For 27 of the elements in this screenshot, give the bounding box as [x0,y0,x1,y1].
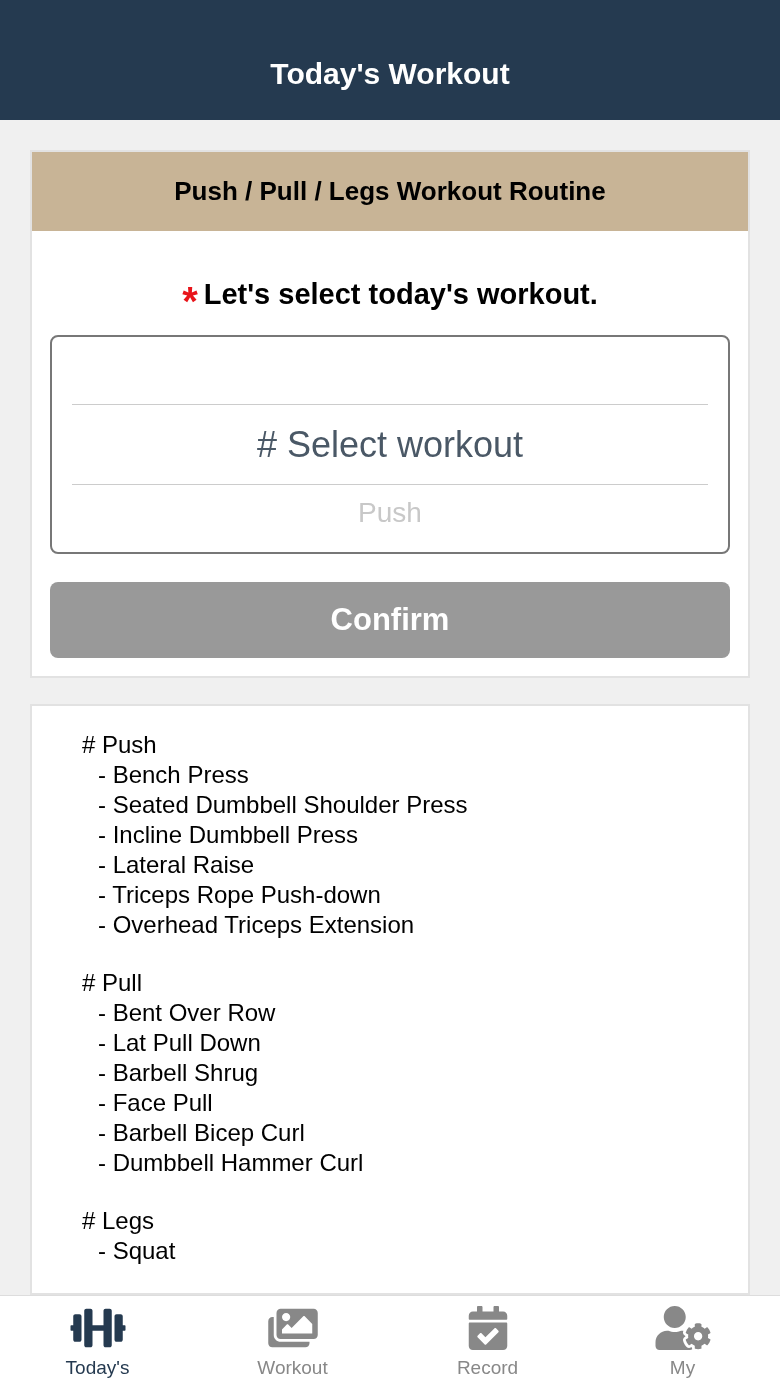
group-title: # Push [82,730,158,760]
exercise-item: - Incline Dumbbell Press [97,820,360,850]
exercise-item: - Barbell Bicep Curl [97,1118,306,1148]
group-title: # Legs [82,1206,156,1236]
exercise-item: - Barbell Shrug [97,1058,260,1088]
tab-item[interactable]: My [585,1296,780,1387]
routine-title: Push / Pull / Legs Workout Routine [174,175,606,208]
tab-item[interactable]: Workout [195,1296,390,1387]
page-title: Today's Workout [270,56,510,92]
exercise-item: - Triceps Rope Push-down [97,880,382,910]
exercise-item: - Dumbbell Hammer Curl [97,1148,365,1178]
exercise-item: - Bent Over Row [97,998,277,1028]
prompt-text: Let's select today's workout. [203,277,598,313]
exercise-item: - Lat Pull Down [97,1028,262,1058]
exercise-item: - Lateral Raise [97,850,256,880]
tab-item[interactable]: Record [390,1296,585,1387]
dumbbell-icon [68,1306,127,1350]
exercise-item: - Seated Dumbbell Shoulder Press [97,790,469,820]
exercise-item: - Bench Press [97,760,250,790]
group-title: # Pull [82,968,144,998]
exercise-item: - Squat [97,1236,177,1266]
tab-item[interactable]: Today's [0,1296,195,1387]
exercise-item: - Face Pull [97,1088,214,1118]
picker-option[interactable]: # Select workout [72,404,708,485]
user-settings-icon [653,1306,712,1350]
exercise-item: - Overhead Triceps Extension [97,910,416,940]
required-mark: * [182,281,198,321]
